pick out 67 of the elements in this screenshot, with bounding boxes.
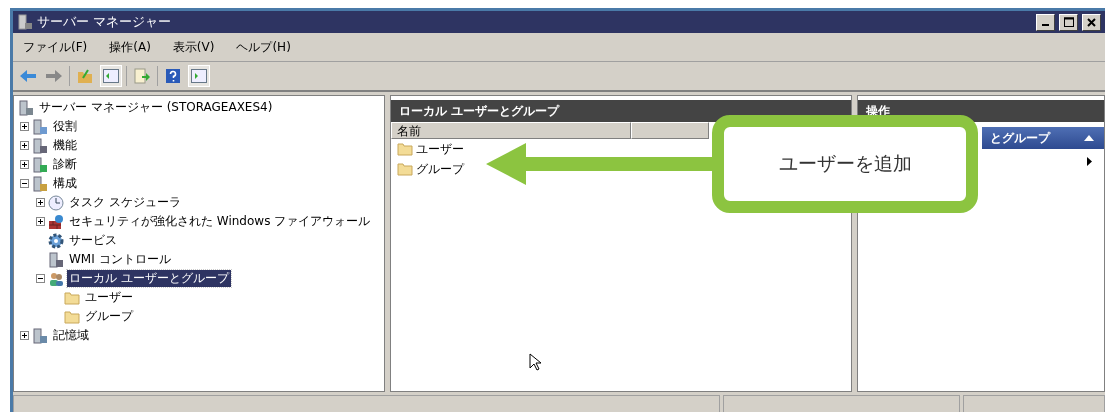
users-icon bbox=[48, 270, 64, 287]
minimize-button[interactable] bbox=[1036, 13, 1055, 31]
folder-icon bbox=[64, 290, 80, 305]
expand-icon[interactable] bbox=[20, 331, 29, 340]
export-icon bbox=[134, 68, 150, 84]
server-icon bbox=[32, 327, 48, 344]
tree-item[interactable]: WMI コントロール bbox=[67, 251, 173, 268]
tree-item[interactable]: タスク スケジューラ bbox=[67, 194, 183, 211]
pane-title: ローカル ユーザーとグループ bbox=[391, 100, 851, 122]
maximize-button[interactable] bbox=[1059, 13, 1078, 31]
toolbar-button[interactable] bbox=[100, 65, 122, 87]
tree-item[interactable]: ローカル ユーザーとグループ bbox=[67, 270, 231, 287]
firewall-icon bbox=[48, 213, 64, 230]
tree-item[interactable]: グループ bbox=[83, 308, 135, 325]
collapse-icon[interactable] bbox=[20, 179, 29, 188]
column-header[interactable] bbox=[631, 122, 709, 139]
tree-item[interactable]: 診断 bbox=[51, 156, 79, 173]
forward-arrow-icon bbox=[45, 69, 63, 83]
folder-icon bbox=[397, 142, 413, 156]
callout: ユーザーを追加 bbox=[712, 115, 978, 213]
tree-item[interactable]: セキュリティが強化された Windows ファイアウォール bbox=[67, 213, 373, 230]
list-item[interactable]: ユーザー bbox=[416, 140, 464, 158]
server-icon bbox=[32, 137, 48, 154]
server-icon bbox=[18, 99, 34, 116]
toolbar-button[interactable] bbox=[188, 65, 210, 87]
tree-item[interactable]: ユーザー bbox=[83, 289, 135, 306]
tree-item[interactable]: 記憶域 bbox=[51, 327, 91, 344]
expand-icon[interactable] bbox=[20, 141, 29, 150]
column-header[interactable]: 名前 bbox=[391, 122, 631, 139]
gear-icon bbox=[48, 232, 64, 249]
menu-item[interactable]: ファイル(F) bbox=[23, 38, 88, 56]
expand-icon[interactable] bbox=[36, 198, 45, 207]
action-pane-icon bbox=[191, 69, 207, 83]
close-icon bbox=[1087, 17, 1096, 27]
tree-item[interactable]: 役割 bbox=[51, 118, 79, 135]
server-icon bbox=[48, 251, 64, 268]
server-icon bbox=[32, 118, 48, 135]
expand-icon[interactable] bbox=[36, 217, 45, 226]
tree-item[interactable]: サービス bbox=[67, 232, 119, 249]
tree-item[interactable]: サーバー マネージャー (STORAGEAXES4) bbox=[37, 99, 275, 116]
tree-pane-icon bbox=[103, 69, 119, 83]
clock-icon bbox=[48, 194, 64, 211]
server-icon bbox=[32, 156, 48, 173]
folder-icon bbox=[397, 162, 413, 176]
collapse-icon[interactable] bbox=[36, 274, 45, 283]
server-icon bbox=[17, 14, 33, 30]
actions-section-header[interactable]: とグループ bbox=[982, 127, 1104, 149]
folder-icon bbox=[64, 309, 80, 324]
menu-item[interactable]: 操作(A) bbox=[109, 38, 151, 56]
help-icon bbox=[165, 68, 181, 84]
close-button[interactable] bbox=[1082, 13, 1101, 31]
toolbar-button[interactable] bbox=[131, 65, 153, 87]
expand-icon[interactable] bbox=[20, 160, 29, 169]
list-item[interactable]: グループ bbox=[416, 160, 464, 178]
submenu-arrow-icon[interactable] bbox=[1087, 157, 1092, 166]
mouse-pointer-icon bbox=[529, 353, 541, 371]
collapse-caret-icon bbox=[1084, 135, 1094, 141]
expand-icon[interactable] bbox=[20, 122, 29, 131]
window-title: サーバー マネージャー bbox=[37, 13, 173, 31]
folder-up-icon bbox=[77, 68, 93, 84]
back-arrow-icon bbox=[19, 69, 37, 83]
maximize-icon bbox=[1063, 17, 1074, 27]
tree-item[interactable]: 構成 bbox=[51, 175, 79, 192]
menu-item[interactable]: 表示(V) bbox=[172, 38, 215, 56]
tree-item[interactable]: 機能 bbox=[51, 137, 79, 154]
server-icon bbox=[32, 175, 48, 192]
menu-item[interactable]: ヘルプ(H) bbox=[236, 38, 291, 56]
